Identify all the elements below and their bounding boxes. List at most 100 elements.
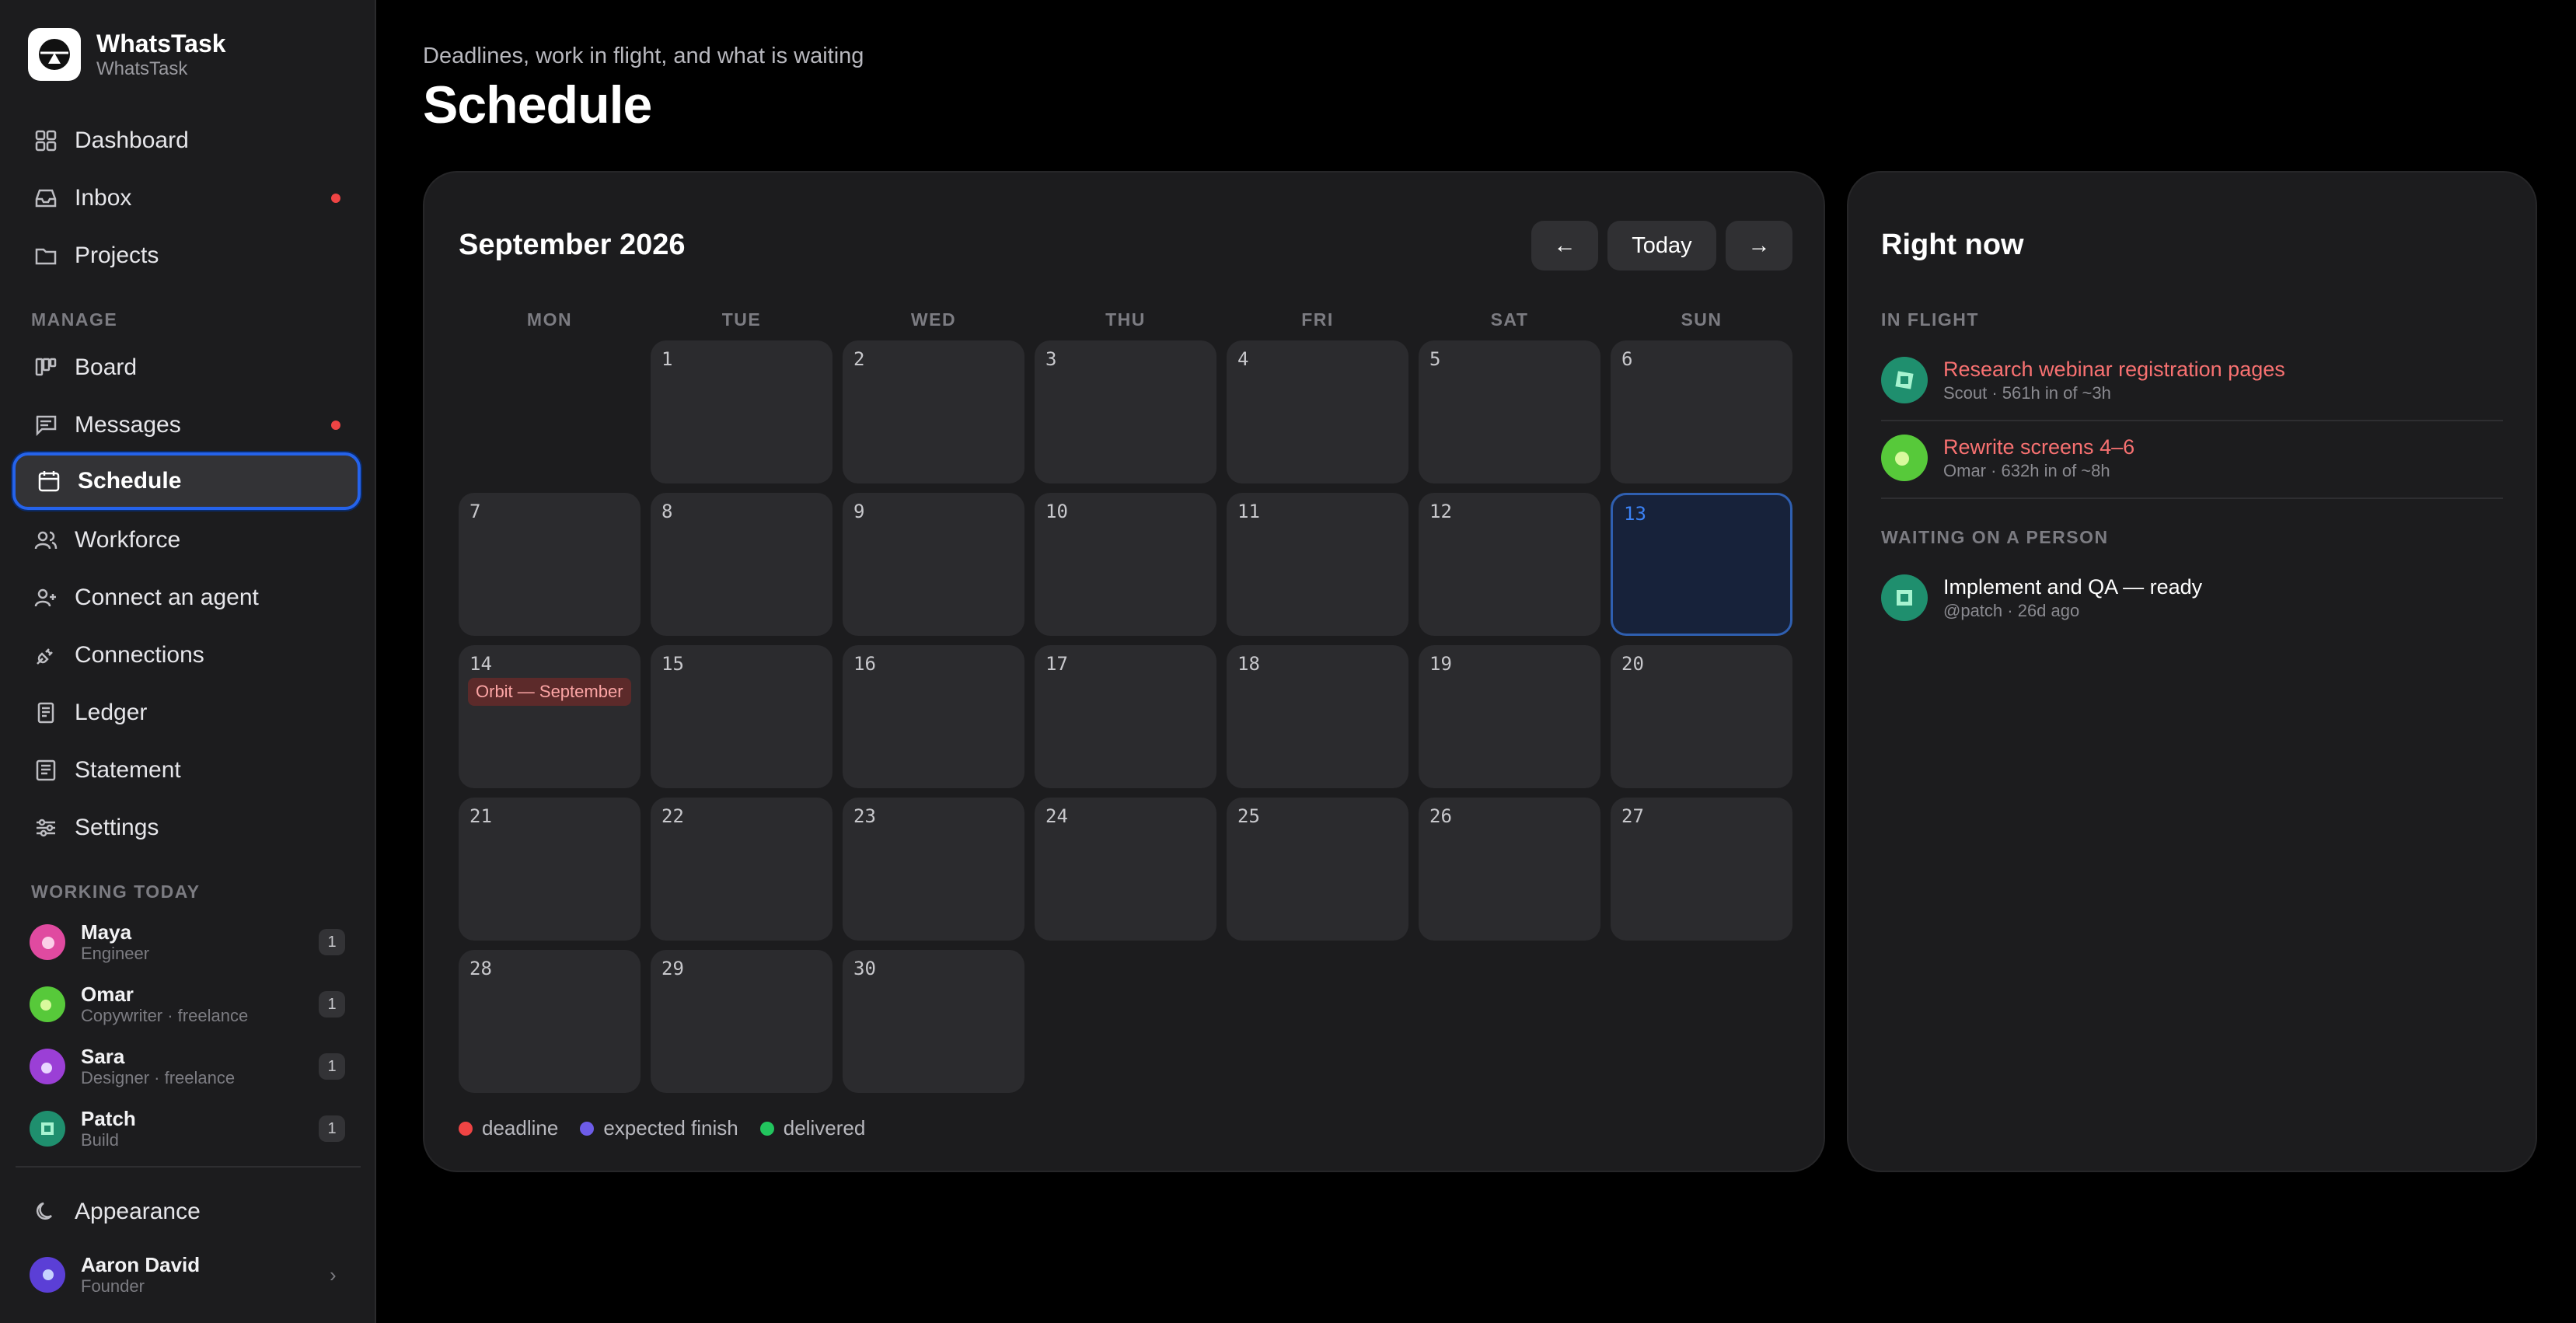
nav-connections[interactable]: Connections	[12, 627, 361, 684]
sidebar: WhatsTask WhatsTask Dashboard Inbox Proj…	[0, 0, 376, 1323]
nav-appearance[interactable]: Appearance	[12, 1183, 361, 1241]
day-number: 3	[1045, 348, 1057, 370]
day-cell[interactable]: 24	[1035, 798, 1216, 941]
day-cell[interactable]: 21	[459, 798, 641, 941]
nav-connect-agent[interactable]: Connect an agent	[12, 569, 361, 627]
day-number: 11	[1237, 501, 1260, 522]
day-cell-today[interactable]: 13	[1611, 493, 1792, 636]
weekday-thu: THU	[1105, 309, 1146, 330]
next-month-button[interactable]: →	[1726, 221, 1792, 271]
waiting-label: WAITING ON A PERSON	[1881, 527, 2109, 547]
waiting-task[interactable]: Implement and QA — ready @patch · 26d ag…	[1881, 563, 2503, 633]
nav-schedule[interactable]: Schedule	[12, 452, 361, 510]
day-cell[interactable]: 15	[651, 645, 832, 788]
day-number: 9	[853, 501, 865, 522]
day-cell[interactable]: 6	[1611, 340, 1792, 483]
deadline-event[interactable]: Orbit — September	[468, 678, 631, 706]
day-cell[interactable]: 14 Orbit — September	[459, 645, 641, 788]
day-cell[interactable]: 20	[1611, 645, 1792, 788]
in-flight-task[interactable]: Research webinar registration pages Scou…	[1881, 345, 2503, 415]
page-subtitle: Deadlines, work in flight, and what is w…	[423, 44, 864, 68]
today-button[interactable]: Today	[1607, 221, 1716, 271]
day-cell[interactable]: 2	[843, 340, 1024, 483]
task-meta: @patch · 26d ago	[1943, 601, 2080, 620]
nav-board[interactable]: Board	[12, 339, 361, 396]
day-number: 24	[1045, 805, 1068, 827]
day-cell[interactable]: 29	[651, 950, 832, 1093]
day-cell[interactable]: 30	[843, 950, 1024, 1093]
expected-dot	[580, 1121, 595, 1136]
day-cell[interactable]: 28	[459, 950, 641, 1093]
task-count-badge: 1	[319, 1115, 345, 1142]
day-number: 2	[853, 348, 865, 370]
page-title: Schedule	[423, 75, 652, 134]
day-number: 12	[1429, 501, 1452, 522]
day-cell[interactable]: 3	[1035, 340, 1216, 483]
person-patch[interactable]: Patch Build 1	[30, 1104, 345, 1154]
day-cell[interactable]: 23	[843, 798, 1024, 941]
nav-ledger-label: Ledger	[75, 700, 148, 725]
nav-statement[interactable]: Statement	[12, 742, 361, 799]
omar-avatar	[1881, 435, 1928, 481]
day-cell[interactable]: 27	[1611, 798, 1792, 941]
deadline-dot	[459, 1121, 473, 1136]
brand[interactable]: WhatsTask WhatsTask	[28, 28, 226, 81]
prev-month-button[interactable]: ←	[1531, 221, 1598, 271]
person-omar[interactable]: Omar Copywriter · freelance 1	[30, 979, 345, 1029]
day-cell[interactable]: 7	[459, 493, 641, 636]
legend-delivered-label: delivered	[783, 1116, 866, 1140]
day-number: 7	[469, 501, 481, 522]
message-icon	[33, 412, 59, 438]
right-now-card: Right now IN FLIGHT Research webinar reg…	[1847, 171, 2537, 1172]
day-cell[interactable]: 19	[1419, 645, 1600, 788]
nav-dashboard[interactable]: Dashboard	[12, 112, 361, 169]
day-number: 13	[1624, 503, 1646, 525]
user-profile[interactable]: Aaron David Founder ›	[30, 1250, 345, 1300]
nav-settings[interactable]: Settings	[12, 799, 361, 857]
user-role: Founder	[81, 1276, 145, 1296]
day-number: 29	[661, 958, 684, 979]
person-sara[interactable]: Sara Designer · freelance 1	[30, 1042, 345, 1091]
day-cell[interactable]: 26	[1419, 798, 1600, 941]
day-cell[interactable]: 4	[1227, 340, 1408, 483]
day-cell[interactable]: 12	[1419, 493, 1600, 636]
avatar	[30, 924, 65, 960]
sliders-icon	[33, 815, 59, 841]
messages-unread-dot	[331, 421, 340, 430]
day-cell[interactable]: 16	[843, 645, 1024, 788]
day-number: 15	[661, 653, 684, 675]
day-cell[interactable]: 22	[651, 798, 832, 941]
user-plus-icon	[33, 585, 59, 611]
person-maya[interactable]: Maya Engineer 1	[30, 917, 345, 967]
task-count-badge: 1	[319, 929, 345, 955]
task-count-badge: 1	[319, 1053, 345, 1080]
nav-inbox[interactable]: Inbox	[12, 169, 361, 227]
day-cell[interactable]: 5	[1419, 340, 1600, 483]
users-icon	[33, 527, 59, 553]
weekday-sat: SAT	[1490, 309, 1529, 330]
day-number: 21	[469, 805, 492, 827]
day-number: 1	[661, 348, 673, 370]
task-title: Rewrite screens 4–6	[1943, 435, 2135, 459]
day-cell[interactable]: 18	[1227, 645, 1408, 788]
nav-ledger[interactable]: Ledger	[12, 684, 361, 742]
day-number: 19	[1429, 653, 1452, 675]
day-number: 5	[1429, 348, 1441, 370]
legend-expected: expected finish	[580, 1116, 738, 1140]
day-cell[interactable]: 17	[1035, 645, 1216, 788]
day-cell[interactable]: 1	[651, 340, 832, 483]
nav-workforce[interactable]: Workforce	[12, 511, 361, 569]
nav-messages-label: Messages	[75, 412, 181, 438]
day-number: 25	[1237, 805, 1260, 827]
nav-messages[interactable]: Messages	[12, 396, 361, 454]
day-cell[interactable]: 8	[651, 493, 832, 636]
day-number: 8	[661, 501, 673, 522]
day-cell[interactable]: 11	[1227, 493, 1408, 636]
day-cell[interactable]: 25	[1227, 798, 1408, 941]
moon-icon	[33, 1199, 59, 1225]
day-cell[interactable]: 9	[843, 493, 1024, 636]
day-cell[interactable]: 10	[1035, 493, 1216, 636]
person-name: Omar	[81, 983, 134, 1006]
in-flight-task[interactable]: Rewrite screens 4–6 Omar · 632h in of ~8…	[1881, 423, 2503, 493]
nav-projects[interactable]: Projects	[12, 227, 361, 284]
